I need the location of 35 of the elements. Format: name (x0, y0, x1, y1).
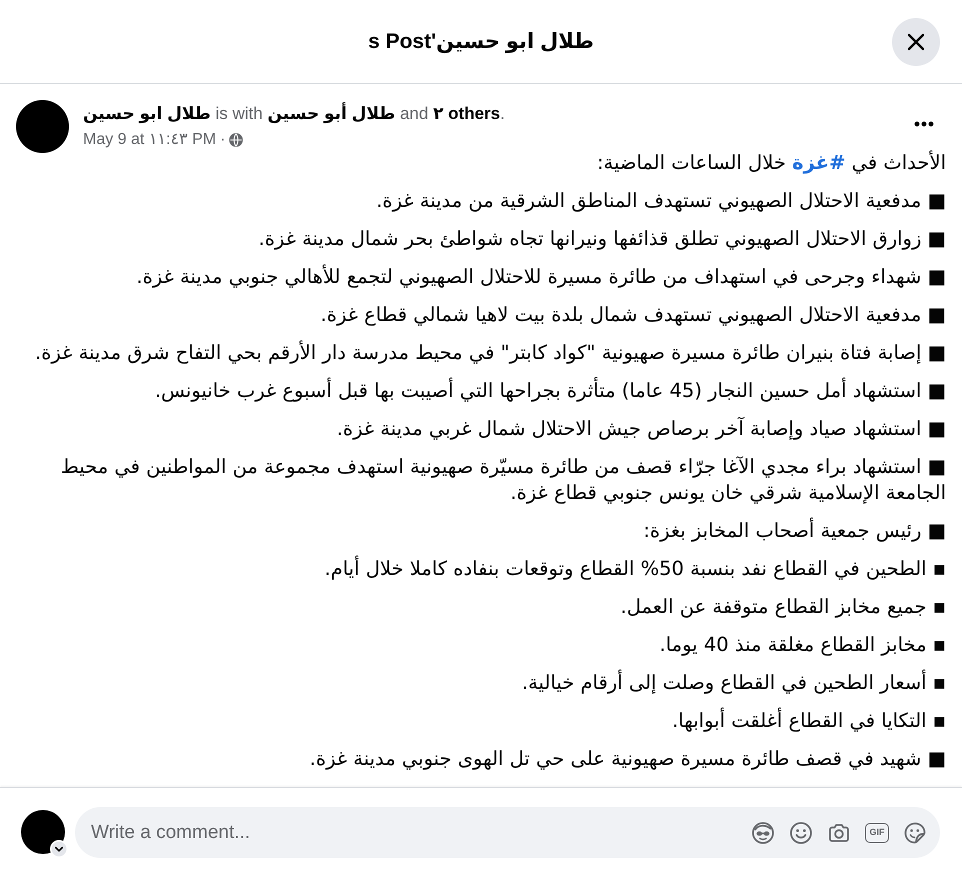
post-paragraph: ■ استشهاد صياد وإصابة آخر برصاص جيش الاحتلال شمال غربي مدينة غزة. (336, 416, 946, 442)
post-paragraph: ▪ مخابز القطاع مغلقة منذ 40 يوما. (658, 632, 946, 658)
author-name-link[interactable]: طلال ابو حسين (83, 104, 211, 123)
avatar[interactable] (21, 810, 65, 854)
post-paragraph: ▪ أسعار الطحين في القطاع وصلت إلى أرقام خيالية. (520, 670, 946, 696)
close-button[interactable] (892, 18, 940, 66)
post-paragraph: ▪ جميع مخابز القطاع متوقفة عن العمل. (620, 594, 946, 620)
close-icon (906, 32, 926, 52)
more-icon (914, 121, 934, 127)
post-paragraph: ■ رئيس جمعية أصحاب المخابز بغزة: (642, 518, 946, 544)
post-paragraph: ■ زوارق الاحتلال الصهيوني تطلق قذائفها ونيرانها تجاه شواطئ بحر شمال مدينة غزة. (258, 226, 946, 252)
timestamp-link[interactable]: May 9 at ١١:٤٣ PM (83, 130, 216, 149)
tagged-person-link[interactable]: طلال أبو حسين (267, 104, 396, 123)
dialog-title: طلال ابو حسين's Post (368, 29, 594, 54)
meta-separator: · (220, 130, 226, 149)
post-paragraph: ■ استشهاد أمل حسين النجار (45 عاما) متأثرة بجراحها التي أصيبت بها قبل أسبوع غرب خانيونس. (154, 378, 946, 404)
gif-button[interactable]: GIF (865, 822, 889, 842)
globe-icon (229, 132, 244, 146)
post-paragraph: ■ مدفعية الاحتلال الصهيوني تستهدف شمال بلدة بيت لاهيا شمالي قطاع غزة. (320, 302, 946, 328)
chevron-down-icon[interactable] (50, 840, 68, 858)
post-paragraph: ■ مدفعية الاحتلال الصهيوني تستهدف المناطق الشرقية من مدينة غزة. (375, 188, 946, 214)
post-paragraph: الأحداث في #غزة خلال الساعات الماضية: (596, 150, 946, 176)
hashtag-link[interactable]: #غزة (792, 151, 846, 174)
avatar[interactable] (16, 100, 69, 153)
post-paragraph: ■ شهداء وجرحى في استهداف من طائرة مسيرة للاحتلال الصهيوني لتجمع للأهالي جنوبي مدينة غزة. (135, 264, 946, 290)
comment-field[interactable]: Write a comment... GIF (75, 807, 940, 858)
face-glasses-icon[interactable] (751, 820, 775, 844)
sticker-icon[interactable] (903, 820, 927, 844)
smiley-icon[interactable] (789, 820, 813, 844)
others-link[interactable]: ٢ others (433, 104, 500, 123)
post-paragraph: ■ إصابة فتاة بنيران طائرة مسيرة صهيونية "كواد كابتر" في محيط مدرسة دار الأرقم بحي التفاح شرق مدينة غزة. (34, 340, 946, 366)
post-paragraph: ▪ الطحين في القطاع نفد بنسبة 50% القطاع وتوقعات بنفاده كاملا خلال أيام. (323, 556, 946, 582)
post-paragraph: ■ استشهاد براء مجدي الآغا جرّاء قصف من طائرة مسيّرة صهيونية استهدف مجموعة من المواطنين في محيط الجامعة الإسلامية شرقي خان يونس جنوبي قطاع غزة. (60, 454, 946, 506)
post-paragraph: ▪ التكايا في القطاع أغلقت أبوابها. (671, 708, 946, 734)
post-paragraph: ■ شهيد في قصف طائرة مسيرة صهيونية على حي تل الهوى جنوبي مدينة غزة. (308, 746, 946, 772)
